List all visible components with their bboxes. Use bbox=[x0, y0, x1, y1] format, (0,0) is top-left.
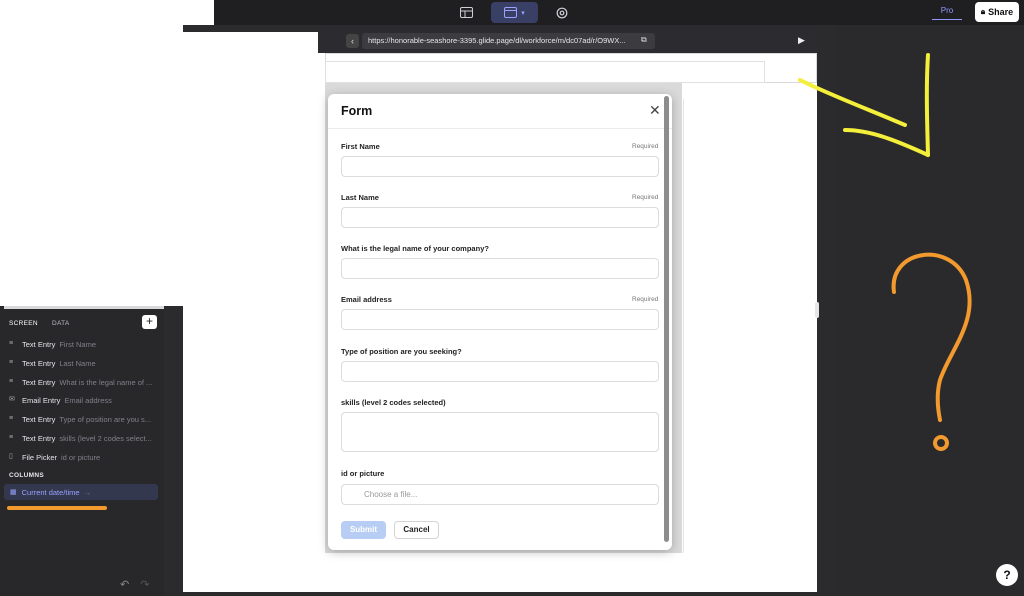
component-label: Email address bbox=[64, 395, 112, 405]
properties-area bbox=[837, 25, 1024, 596]
component-item[interactable]: ▯ File Picker id or picture bbox=[9, 451, 157, 463]
text-entry-icon: ≡ bbox=[9, 434, 14, 441]
text-entry-icon: ≡ bbox=[9, 359, 14, 366]
column-label: Current date/time bbox=[21, 487, 80, 497]
component-label: Type of position are you s... bbox=[59, 414, 152, 424]
component-type: Text Entry bbox=[22, 414, 56, 424]
text-entry-icon: ≡ bbox=[9, 378, 14, 385]
undo-icon[interactable]: ↶ bbox=[120, 579, 129, 591]
column-item[interactable]: ▦ Current date/time → bbox=[4, 484, 158, 500]
field-label: Last Name bbox=[341, 193, 379, 202]
component-item[interactable]: ≡ Text Entry skills (level 2 codes selec… bbox=[9, 432, 157, 444]
share-button[interactable]: 🔒︎ Share bbox=[975, 2, 1019, 22]
settings-icon[interactable] bbox=[550, 2, 573, 23]
component-label: skills (level 2 codes select... bbox=[59, 433, 152, 443]
cancel-button[interactable]: Cancel bbox=[394, 521, 439, 539]
field-label: id or picture bbox=[341, 469, 385, 478]
company-name-field[interactable] bbox=[341, 258, 659, 279]
component-type: File Picker bbox=[22, 452, 58, 462]
form-modal: Form ✕ First Name Required Last Name Req… bbox=[328, 94, 672, 550]
close-icon[interactable]: ✕ bbox=[649, 102, 661, 119]
first-name-field[interactable] bbox=[341, 156, 659, 177]
component-item[interactable]: ≡ Text Entry Last Name bbox=[9, 357, 157, 369]
component-type: Text Entry bbox=[22, 377, 56, 387]
file-picker[interactable]: Choose a file... bbox=[341, 484, 659, 505]
resize-handle[interactable] bbox=[815, 302, 819, 318]
component-label: Last Name bbox=[59, 358, 96, 368]
component-type: Email Entry bbox=[22, 395, 61, 405]
file-icon: ▯ bbox=[9, 453, 13, 460]
modal-title: Form bbox=[341, 104, 373, 118]
help-button[interactable]: ? bbox=[996, 564, 1018, 586]
add-component-button[interactable]: + bbox=[142, 315, 157, 329]
required-label: Required bbox=[632, 194, 659, 201]
field-label: What is the legal name of your company? bbox=[341, 244, 489, 253]
chevron-down-icon: ▾ bbox=[521, 9, 525, 17]
field-label: skills (level 2 codes selected) bbox=[341, 398, 446, 407]
tab-data[interactable]: DATA bbox=[52, 320, 70, 327]
field-label: Type of position are you seeking? bbox=[341, 347, 462, 356]
divider bbox=[328, 128, 672, 129]
component-type: Text Entry bbox=[22, 358, 56, 368]
lock-icon: 🔒︎ bbox=[980, 7, 986, 16]
text-entry-icon: ≡ bbox=[9, 340, 14, 347]
app-side-content bbox=[683, 99, 812, 553]
component-item[interactable]: ≡ Text Entry First Name bbox=[9, 338, 157, 350]
email-icon: ✉︎ bbox=[9, 396, 15, 403]
app-search-bar[interactable] bbox=[325, 61, 765, 83]
component-item[interactable]: ≡ Text Entry Type of position are you s.… bbox=[9, 413, 157, 425]
submit-button[interactable]: Submit bbox=[341, 521, 386, 539]
component-type: Text Entry bbox=[22, 339, 56, 349]
email-field[interactable] bbox=[341, 309, 659, 330]
undo-redo: ↶ ↷ bbox=[120, 578, 150, 591]
columns-heading: COLUMNS bbox=[9, 472, 44, 479]
skills-field[interactable] bbox=[341, 412, 659, 452]
component-label: What is the legal name of ... bbox=[59, 377, 153, 387]
components-panel: SCREEN DATA + ≡ Text Entry First Name ≡ … bbox=[0, 306, 164, 596]
text-entry-icon: ≡ bbox=[9, 415, 14, 422]
play-icon[interactable]: ▶ bbox=[798, 35, 805, 46]
annotation-underline bbox=[7, 506, 107, 510]
panel-scrollbar[interactable] bbox=[4, 306, 164, 309]
arrow-icon: → bbox=[83, 487, 92, 497]
external-link-icon[interactable]: ⧉ bbox=[641, 35, 647, 45]
component-label: id or picture bbox=[61, 452, 101, 462]
blank-canvas bbox=[0, 0, 214, 306]
redo-icon[interactable]: ↷ bbox=[140, 579, 149, 591]
required-label: Required bbox=[632, 296, 659, 303]
field-label: First Name bbox=[341, 142, 380, 151]
tab-screen[interactable]: SCREEN bbox=[9, 320, 38, 327]
position-field[interactable] bbox=[341, 361, 659, 382]
last-name-field[interactable] bbox=[341, 207, 659, 228]
component-type: Text Entry bbox=[22, 433, 56, 443]
layout-icon[interactable]: ▾ bbox=[491, 2, 538, 23]
required-label: Required bbox=[632, 143, 659, 150]
component-label: First Name bbox=[59, 339, 97, 349]
modal-scrollbar[interactable] bbox=[664, 96, 669, 542]
table-icon[interactable] bbox=[455, 2, 478, 23]
back-icon[interactable]: ‹ bbox=[346, 34, 359, 48]
panel-tabs: SCREEN DATA bbox=[9, 320, 82, 327]
share-label: Share bbox=[988, 7, 1014, 17]
component-item[interactable]: ✉︎ Email Entry Email address bbox=[9, 394, 157, 406]
field-label: Email address bbox=[341, 295, 392, 304]
pro-tab[interactable]: Pro bbox=[932, 4, 962, 20]
component-item[interactable]: ≡ Text Entry What is the legal name of .… bbox=[9, 376, 157, 388]
calendar-icon: ▦ bbox=[10, 489, 17, 496]
url-field[interactable]: https://honorable-seashore-3395.glide.pa… bbox=[362, 33, 655, 49]
